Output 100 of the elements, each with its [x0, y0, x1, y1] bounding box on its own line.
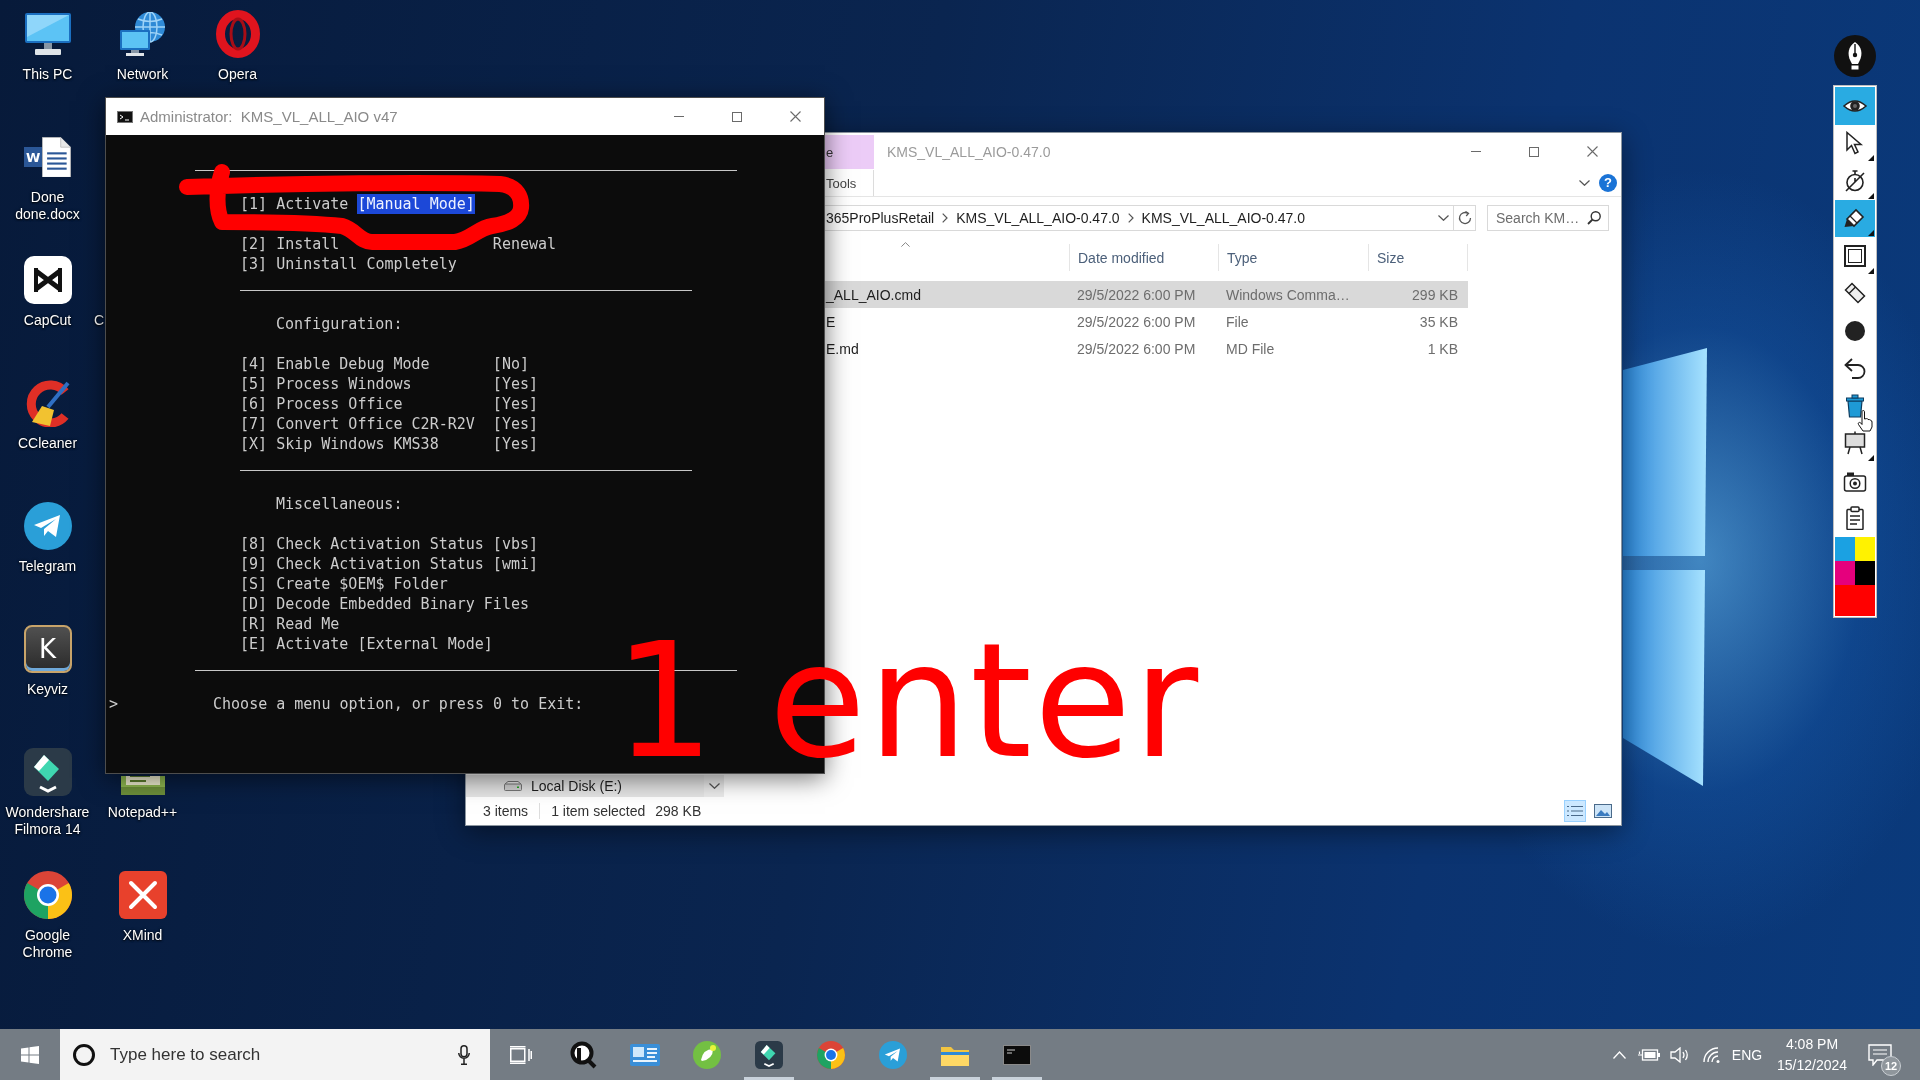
microphone-icon — [458, 1044, 470, 1065]
color-swatch-icon[interactable] — [1855, 537, 1875, 561]
desktop-icon-label[interactable]: Telegram — [18, 558, 77, 575]
paper-plane-icon[interactable] — [23, 502, 72, 550]
file-type: File — [1225, 313, 1250, 330]
globe-monitor-icon[interactable] — [119, 12, 166, 56]
speaker-icon[interactable] — [1669, 1046, 1690, 1063]
close-icon — [789, 111, 801, 122]
menu-option: [5] Process Windows — [240, 374, 412, 394]
view-button[interactable] — [1564, 800, 1586, 822]
language-indicator[interactable]: ENG — [1731, 1046, 1763, 1063]
desktop-icon-label[interactable]: Keyviz — [26, 681, 69, 698]
selected-text: [Manual Mode] — [357, 194, 475, 214]
search-input[interactable]: Type here to search — [110, 1044, 443, 1065]
minimize-icon — [674, 116, 684, 117]
prompt-marker: > — [109, 694, 119, 714]
tool-button[interactable] — [1835, 199, 1875, 237]
terminal-icon — [117, 110, 133, 123]
desktop-icon-label[interactable]: Network — [116, 66, 169, 83]
refresh-button[interactable] — [1454, 205, 1476, 231]
desktop-icon-label[interactable]: Notepad++ — [107, 804, 178, 821]
address-bar[interactable]: 365ProPlusRetail KMS_VL_ALL_AIO-0.47.0 KMS_VL_ALL_AIO-0.47.0 — [825, 205, 1454, 231]
file-row[interactable]: E.md 29/5/2022 6:00 PM MD File 1 KB — [825, 335, 1468, 362]
submenu-corner-icon — [1868, 230, 1874, 236]
file-row[interactable]: _ALL_AIO.cmd 29/5/2022 6:00 PM Windows Comma… 299 KB — [825, 281, 1468, 308]
chevron-up-icon[interactable] — [1612, 1050, 1626, 1059]
prompt-text: Choose a menu option, or press 0 to Exit: — [213, 694, 584, 714]
cross-tile-icon[interactable] — [118, 871, 167, 919]
search-icon — [1587, 211, 1601, 225]
file-date: 29/5/2022 6:00 PM — [1076, 313, 1197, 330]
stopwatch-icon — [1843, 168, 1867, 193]
column-header[interactable]: Type — [1218, 244, 1368, 271]
clipboard-icon — [1843, 506, 1867, 531]
desktop-icon-label[interactable]: CCleaner — [17, 435, 78, 452]
task-view-icon — [510, 1045, 532, 1064]
ring-icon[interactable] — [215, 10, 260, 58]
color-swatch-icon[interactable] — [1835, 561, 1855, 585]
chevron-down-icon[interactable] — [1579, 180, 1590, 186]
chevron-down-icon[interactable] — [1438, 215, 1449, 221]
search-input[interactable]: Search KM… — [1496, 210, 1583, 226]
circle-logo-icon[interactable] — [23, 871, 72, 919]
breadcrumb-item[interactable]: KMS_VL_ALL_AIO-0.47.0 — [956, 210, 1120, 226]
selection-count: 1 item selected — [551, 803, 646, 819]
option-value: [Yes] — [492, 374, 538, 394]
document-icon[interactable] — [42, 136, 71, 178]
desktop-icon-label[interactable]: CapCut — [23, 312, 72, 329]
desktop-icon-label[interactable]: Google Chrome — [3, 927, 92, 961]
breadcrumb-item[interactable]: 365ProPlusRetail — [826, 210, 935, 226]
desktop-icon-label[interactable]: Done done.docx — [3, 189, 92, 223]
desktop-icon-label[interactable]: This PC — [22, 66, 73, 83]
battery-icon[interactable] — [1638, 1048, 1660, 1061]
drive-icon — [504, 781, 522, 791]
column-header[interactable]: Date modified — [1069, 244, 1218, 271]
start-icon — [21, 1045, 39, 1064]
notepad-icon[interactable] — [118, 776, 167, 796]
clock-time[interactable]: 4:08 PM — [1785, 1033, 1839, 1055]
keycap[interactable]: K — [23, 625, 72, 673]
hand-cursor-icon — [1857, 410, 1873, 432]
pen-nib-logo-icon[interactable] — [1834, 35, 1876, 77]
diamond-tile-icon[interactable] — [23, 748, 72, 796]
section-heading: Configuration: — [276, 314, 403, 334]
context-tab-header: e — [825, 135, 874, 169]
wifi-icon[interactable] — [1702, 1046, 1720, 1063]
menu-option: [4] Enable Debug Mode — [240, 354, 430, 374]
menu-option: [S] Create $OEM$ Folder — [240, 574, 448, 594]
file-row[interactable]: E 29/5/2022 6:00 PM File 35 KB — [825, 308, 1468, 335]
monitor-icon[interactable] — [24, 13, 71, 55]
terminal-icon — [1003, 1044, 1031, 1065]
color-swatch-icon[interactable] — [1855, 561, 1875, 585]
submenu-corner-icon — [1868, 155, 1874, 161]
menu-option: [8] Check Activation Status — [240, 534, 484, 554]
bowtie-tile-icon[interactable] — [23, 256, 72, 304]
trash-icon — [1843, 393, 1867, 418]
option-value: [No] — [492, 354, 529, 374]
search-box[interactable]: Search KM… — [1487, 205, 1609, 231]
search-box[interactable]: Type here to search — [60, 1029, 490, 1080]
current-color-swatch-icon[interactable] — [1835, 585, 1875, 616]
desktop-icon-label[interactable]: C — [94, 312, 105, 329]
menu-option: [D] Decode Embedded Binary Files — [240, 594, 529, 614]
file-size: 299 KB — [1411, 286, 1459, 303]
desktop-icon-label[interactable]: Wondershare Filmora 14 — [3, 804, 92, 838]
file-date: 29/5/2022 6:00 PM — [1076, 340, 1197, 357]
desktop-icon-label[interactable]: Opera — [218, 66, 257, 83]
paper-plane-icon — [879, 1040, 907, 1069]
column-header[interactable]: Size — [1368, 244, 1468, 271]
option-value: [wmi] — [492, 554, 538, 574]
breadcrumb-item[interactable]: KMS_VL_ALL_AIO-0.47.0 — [1141, 210, 1306, 226]
file-date: 29/5/2022 6:00 PM — [1076, 286, 1197, 303]
circle-logo-icon — [817, 1040, 845, 1069]
file-size: 35 KB — [1418, 313, 1459, 330]
file-size: 1 KB — [1426, 340, 1459, 357]
large-icons-view-icon — [1594, 804, 1612, 818]
color-swatch-icon[interactable] — [1835, 537, 1855, 561]
menu-option: [9] Check Activation Status — [240, 554, 484, 574]
desktop-icon-label[interactable]: XMind — [122, 927, 163, 944]
clock-date[interactable]: 15/12/2024 — [1776, 1054, 1848, 1076]
tool-button[interactable] — [1835, 87, 1875, 125]
file-name: _ALL_AIO.cmd — [825, 286, 922, 303]
file-name: E.md — [825, 340, 860, 357]
help-button[interactable]: ? — [1599, 174, 1617, 192]
